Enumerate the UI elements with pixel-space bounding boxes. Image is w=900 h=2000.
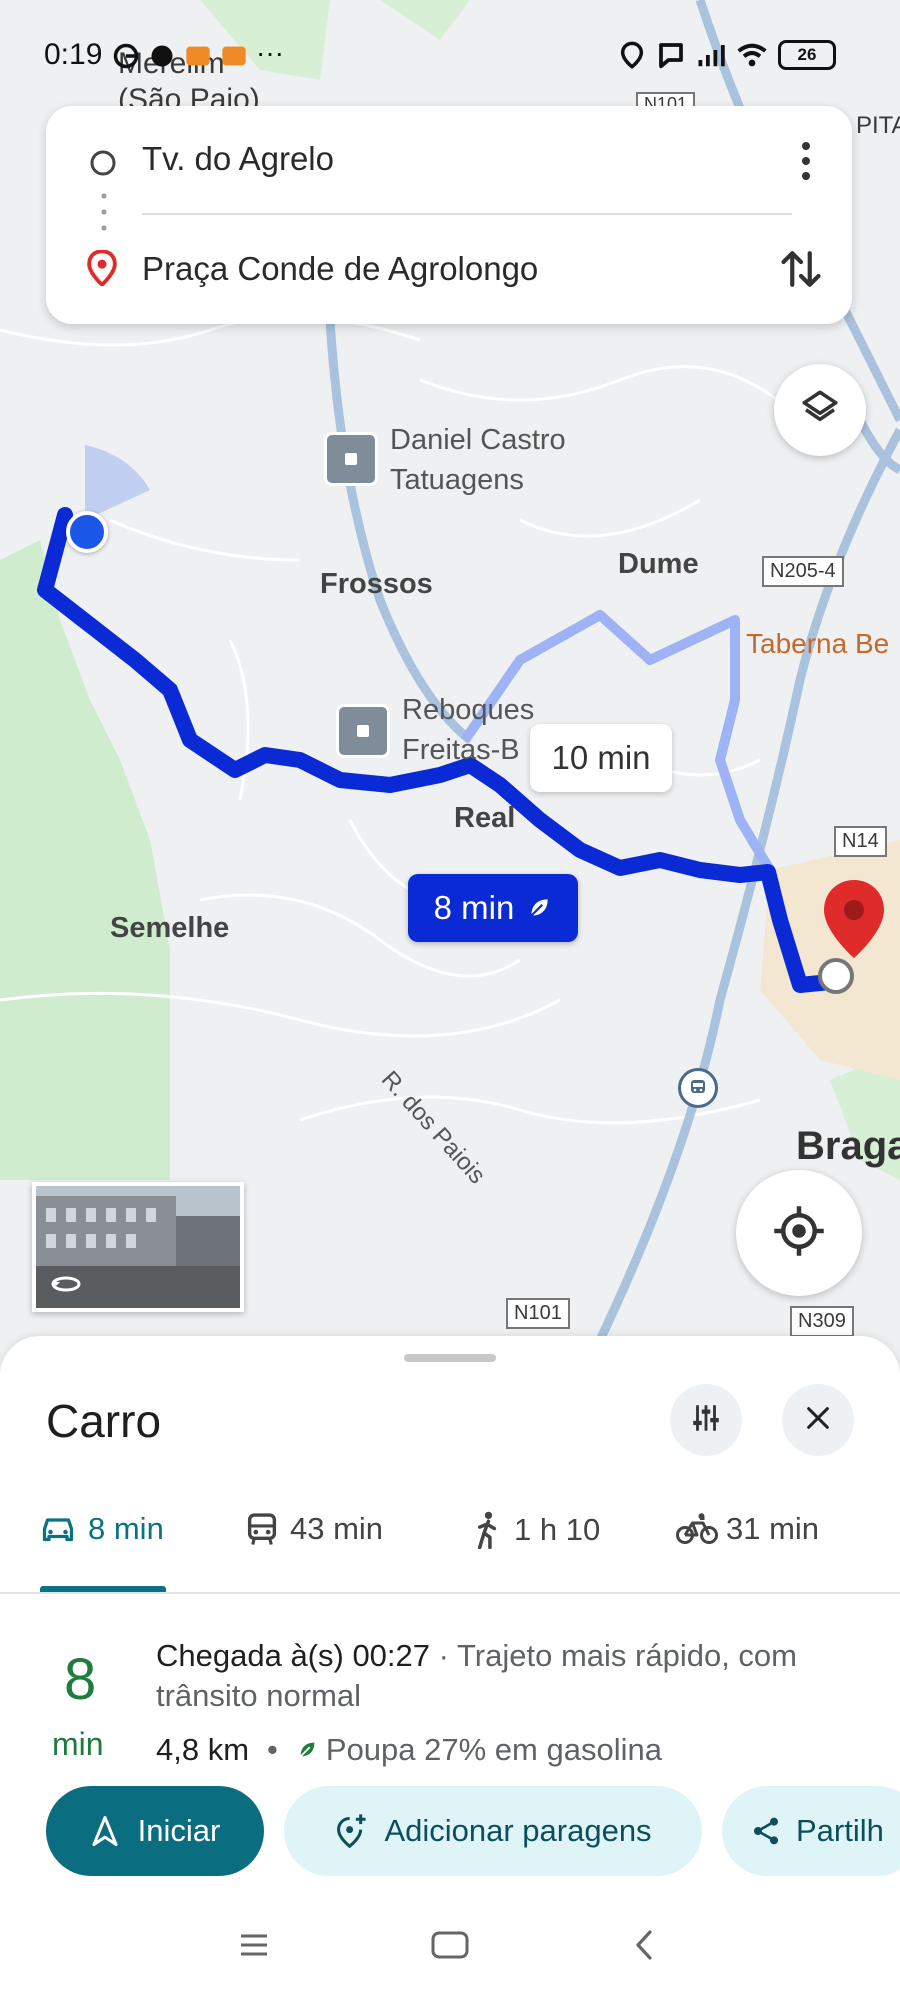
sheet-drag-handle[interactable] (404, 1354, 496, 1362)
current-location-dot (66, 511, 108, 553)
duration-unit: min (52, 1726, 104, 1762)
map-label-dume: Dume (618, 548, 699, 580)
layers-button[interactable] (774, 364, 866, 456)
close-button[interactable] (782, 1384, 854, 1456)
layers-icon (799, 387, 841, 434)
eco-leaf-icon (526, 895, 552, 921)
home-icon[interactable] (430, 1930, 470, 1965)
duration-number: 8 (64, 1647, 97, 1712)
share-label: Partilh (796, 1813, 884, 1848)
transit-icon (246, 1512, 278, 1546)
alt-route-time: 10 min (551, 739, 651, 776)
alt-route-time-chip[interactable]: 10 min (530, 724, 672, 792)
transit-station-icon[interactable] (678, 1068, 718, 1108)
route-details: 4,8 km • Poupa 27% em gasolina (156, 1732, 662, 1767)
route-description: Chegada à(s) 00:27 · Trajeto mais rápido… (156, 1636, 876, 1716)
add-location-icon (334, 1813, 368, 1849)
mode-tab-bike[interactable]: 31 min (676, 1511, 819, 1547)
destination-dot (818, 958, 854, 994)
origin-field[interactable]: Tv. do Agrelo (142, 140, 334, 178)
map-label-semelhe: Semelhe (110, 912, 230, 944)
route-distance: 4,8 km (156, 1732, 250, 1767)
field-divider (142, 213, 792, 215)
share-button[interactable]: Partilh (722, 1786, 900, 1876)
mode-label-car: 8 min (88, 1511, 164, 1546)
directions-search-card: Tv. do Agrelo Praça Conde de Agrolongo (46, 106, 852, 324)
more-options-icon[interactable] (800, 140, 812, 187)
mode-tab-car[interactable]: 8 min (40, 1511, 164, 1547)
walk-icon (472, 1511, 502, 1549)
arrival-time: Chegada à(s) 00:27 (156, 1638, 431, 1673)
route-summary[interactable]: 8 min Chegada à(s) 00:27 · Trajeto mais … (0, 1596, 900, 1776)
my-location-button[interactable] (736, 1170, 862, 1296)
road-shield-n205: N205-4 (762, 556, 844, 587)
notification-icons: ··· (112, 39, 284, 70)
add-stops-button[interactable]: Adicionar paragens (284, 1786, 702, 1876)
main-route-time-chip[interactable]: 8 min (408, 874, 578, 942)
status-time: 0:19 (44, 38, 103, 71)
route-dots-divider (101, 192, 107, 237)
start-label: Iniciar (137, 1813, 221, 1848)
map-label-poi-reboques[interactable]: Reboques Freitas-B (402, 690, 534, 770)
add-stops-label: Adicionar paragens (384, 1813, 652, 1848)
tabs-divider (0, 1592, 900, 1594)
status-bar: 0:19 ··· 26 (0, 38, 900, 78)
back-icon[interactable] (632, 1928, 656, 1967)
mode-tab-walk[interactable]: 1 h 10 (472, 1511, 600, 1549)
sheet-title: Carro (46, 1395, 162, 1447)
close-icon (804, 1404, 832, 1437)
mode-tab-transit[interactable]: 43 min (246, 1511, 383, 1547)
battery-icon: 26 (778, 40, 836, 70)
poi-marker-icon[interactable] (336, 704, 390, 758)
road-shield-n14: N14 (834, 826, 887, 857)
map-label-frossos: Frossos (320, 568, 433, 600)
system-navigation-bar (0, 1890, 900, 2000)
street-view-thumbnail[interactable] (32, 1182, 244, 1312)
destination-field[interactable]: Praça Conde de Agrolongo (142, 250, 538, 288)
signal-icon (698, 45, 725, 67)
share-icon (750, 1815, 782, 1847)
chat-icon (659, 43, 683, 69)
road-shield-n309: N309 (790, 1306, 854, 1337)
swap-icon[interactable] (780, 246, 822, 297)
map-label-taberna[interactable]: Taberna Be (746, 628, 889, 660)
eco-leaf-small-icon (296, 1739, 318, 1761)
origin-circle-icon (88, 148, 118, 183)
main-route-time: 8 min (433, 889, 515, 926)
mode-label-bike: 31 min (726, 1511, 820, 1546)
map-label-pita: PITA (856, 112, 900, 139)
route-options-button[interactable] (670, 1384, 742, 1456)
poi-marker-icon[interactable] (324, 432, 378, 486)
destination-pin-small-icon (86, 249, 118, 291)
system-status-icons: 26 (618, 40, 836, 70)
tune-icon (689, 1401, 723, 1440)
car-icon (40, 1513, 76, 1545)
mode-label-transit: 43 min (290, 1511, 384, 1546)
map-label-poi-daniel-castro[interactable]: Daniel Castro Tatuagens (390, 420, 566, 500)
location-icon (620, 41, 644, 69)
map-label-real: Real (454, 802, 516, 834)
rotate-360-icon (50, 1274, 82, 1299)
road-shield-n101: N101 (506, 1298, 570, 1329)
wifi-icon (737, 43, 767, 67)
bike-icon (676, 1512, 718, 1546)
mode-label-walk: 1 h 10 (514, 1512, 601, 1547)
crosshair-icon (772, 1204, 826, 1263)
start-button[interactable]: Iniciar (46, 1786, 264, 1876)
map-label-braga: Braga (796, 1124, 900, 1168)
fuel-saving-text: Poupa 27% em gasolina (325, 1732, 662, 1767)
navigation-arrow-icon (90, 1815, 120, 1847)
recent-apps-icon[interactable] (238, 1932, 270, 1963)
